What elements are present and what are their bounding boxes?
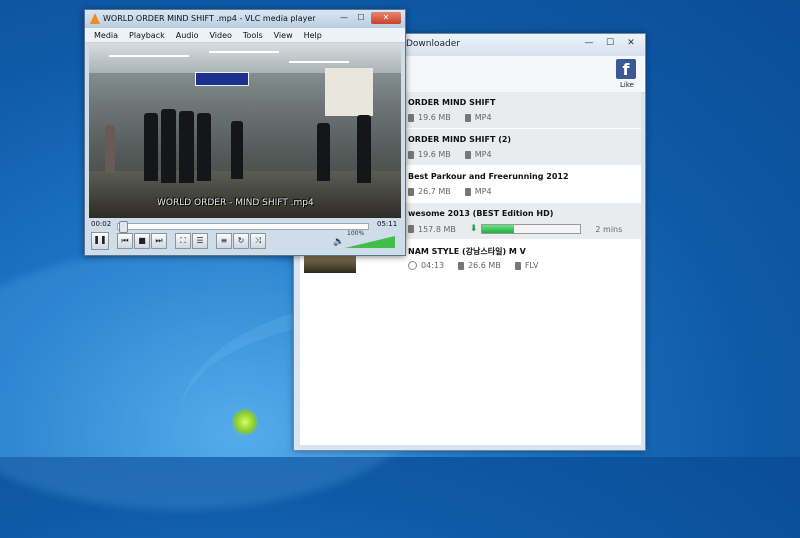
fullscreen-button[interactable]: ⛶ (175, 233, 191, 249)
extended-settings-button[interactable]: ☰ (192, 233, 208, 249)
vlc-window: WORLD ORDER MIND SHIFT .mp4 - VLC media … (84, 9, 406, 256)
format-icon (464, 187, 471, 196)
download-eta: 2 mins (595, 224, 623, 234)
download-size: 157.8 MB (418, 224, 456, 234)
seek-row: 00:02 05:11 (89, 220, 401, 233)
facebook-icon: f (616, 59, 636, 79)
download-format: MP4 (474, 187, 492, 196)
volume-percent: 100% (347, 230, 365, 237)
next-button[interactable]: ⏭ (151, 233, 167, 249)
download-format: MP4 (474, 150, 492, 159)
maximize-button[interactable]: ☐ (602, 37, 618, 49)
clock-icon (408, 261, 417, 270)
vlc-maximize-button[interactable]: ☐ (354, 12, 368, 24)
previous-button[interactable]: ⏮ (117, 233, 133, 249)
vlc-cone-icon (90, 13, 100, 24)
format-icon (514, 261, 521, 270)
video-subtitle: WORLD ORDER - MIND SHIFT .mp4 (157, 198, 314, 208)
file-icon (458, 261, 465, 270)
format-icon (464, 150, 471, 159)
download-format: MP4 (474, 113, 492, 122)
vlc-minimize-button[interactable]: — (337, 12, 351, 24)
video-area[interactable]: WORLD ORDER - MIND SHIFT .mp4 (89, 43, 401, 218)
file-icon (408, 225, 414, 233)
vlc-close-button[interactable]: ✕ (371, 12, 401, 24)
time-elapsed: 00:02 (91, 220, 112, 228)
menu-help[interactable]: Help (304, 31, 322, 40)
time-total: 05:11 (377, 220, 398, 228)
file-icon (408, 113, 414, 122)
download-title: ORDER MIND SHIFT (408, 98, 496, 107)
download-title: NAM STYLE (강남스타일) M V (408, 247, 526, 256)
seek-bar[interactable] (117, 221, 369, 233)
vlc-menubar: Media Playback Audio Video Tools View He… (85, 28, 405, 43)
download-size: 19.6 MB (418, 150, 451, 159)
download-title: wesome 2013 (BEST Edition HD) (408, 209, 554, 218)
facebook-like-button[interactable]: f Like (616, 59, 638, 89)
download-title: Best Parkour and Freerunning 2012 (408, 172, 569, 181)
menu-media[interactable]: Media (94, 31, 118, 40)
file-icon (408, 187, 414, 196)
wallpaper-logo (232, 408, 258, 436)
download-format: FLV (524, 261, 539, 270)
download-progress-bar (481, 224, 582, 234)
shuffle-button[interactable]: ⤨ (250, 233, 266, 249)
menu-video[interactable]: Video (209, 31, 231, 40)
download-size: 19.6 MB (418, 113, 451, 122)
loop-button[interactable]: ↻ (233, 233, 249, 249)
pause-button[interactable]: ❚❚ (91, 232, 109, 250)
format-icon (464, 113, 471, 122)
menu-view[interactable]: View (274, 31, 293, 40)
vlc-controls: ❚❚ ⏮ ■ ⏭ ⛶ ☰ ≡ ↻ ⤨ 🔈 100% (89, 230, 401, 251)
file-icon (408, 150, 414, 159)
download-size: 26.7 MB (418, 187, 451, 196)
stop-button[interactable]: ■ (134, 233, 150, 249)
close-button[interactable]: ✕ (623, 37, 639, 49)
seek-handle[interactable] (119, 221, 129, 233)
vlc-title: WORLD ORDER MIND SHIFT .mp4 - VLC media … (103, 14, 316, 23)
download-size: 26.6 MB (468, 261, 501, 270)
minimize-button[interactable]: — (581, 37, 597, 49)
menu-audio[interactable]: Audio (176, 31, 199, 40)
vlc-titlebar[interactable]: WORLD ORDER MIND SHIFT .mp4 - VLC media … (85, 10, 405, 28)
menu-playback[interactable]: Playback (129, 31, 165, 40)
playlist-button[interactable]: ≡ (216, 233, 232, 249)
downloader-title: Downloader (406, 39, 460, 49)
volume-slider[interactable] (345, 236, 395, 248)
download-title: ORDER MIND SHIFT (2) (408, 135, 512, 144)
speaker-icon[interactable]: 🔈 (333, 237, 344, 247)
menu-tools[interactable]: Tools (243, 31, 263, 40)
download-duration: 04:13 (421, 261, 445, 270)
facebook-like-label: Like (620, 81, 634, 89)
download-arrow-icon: ⬇ (469, 224, 478, 234)
